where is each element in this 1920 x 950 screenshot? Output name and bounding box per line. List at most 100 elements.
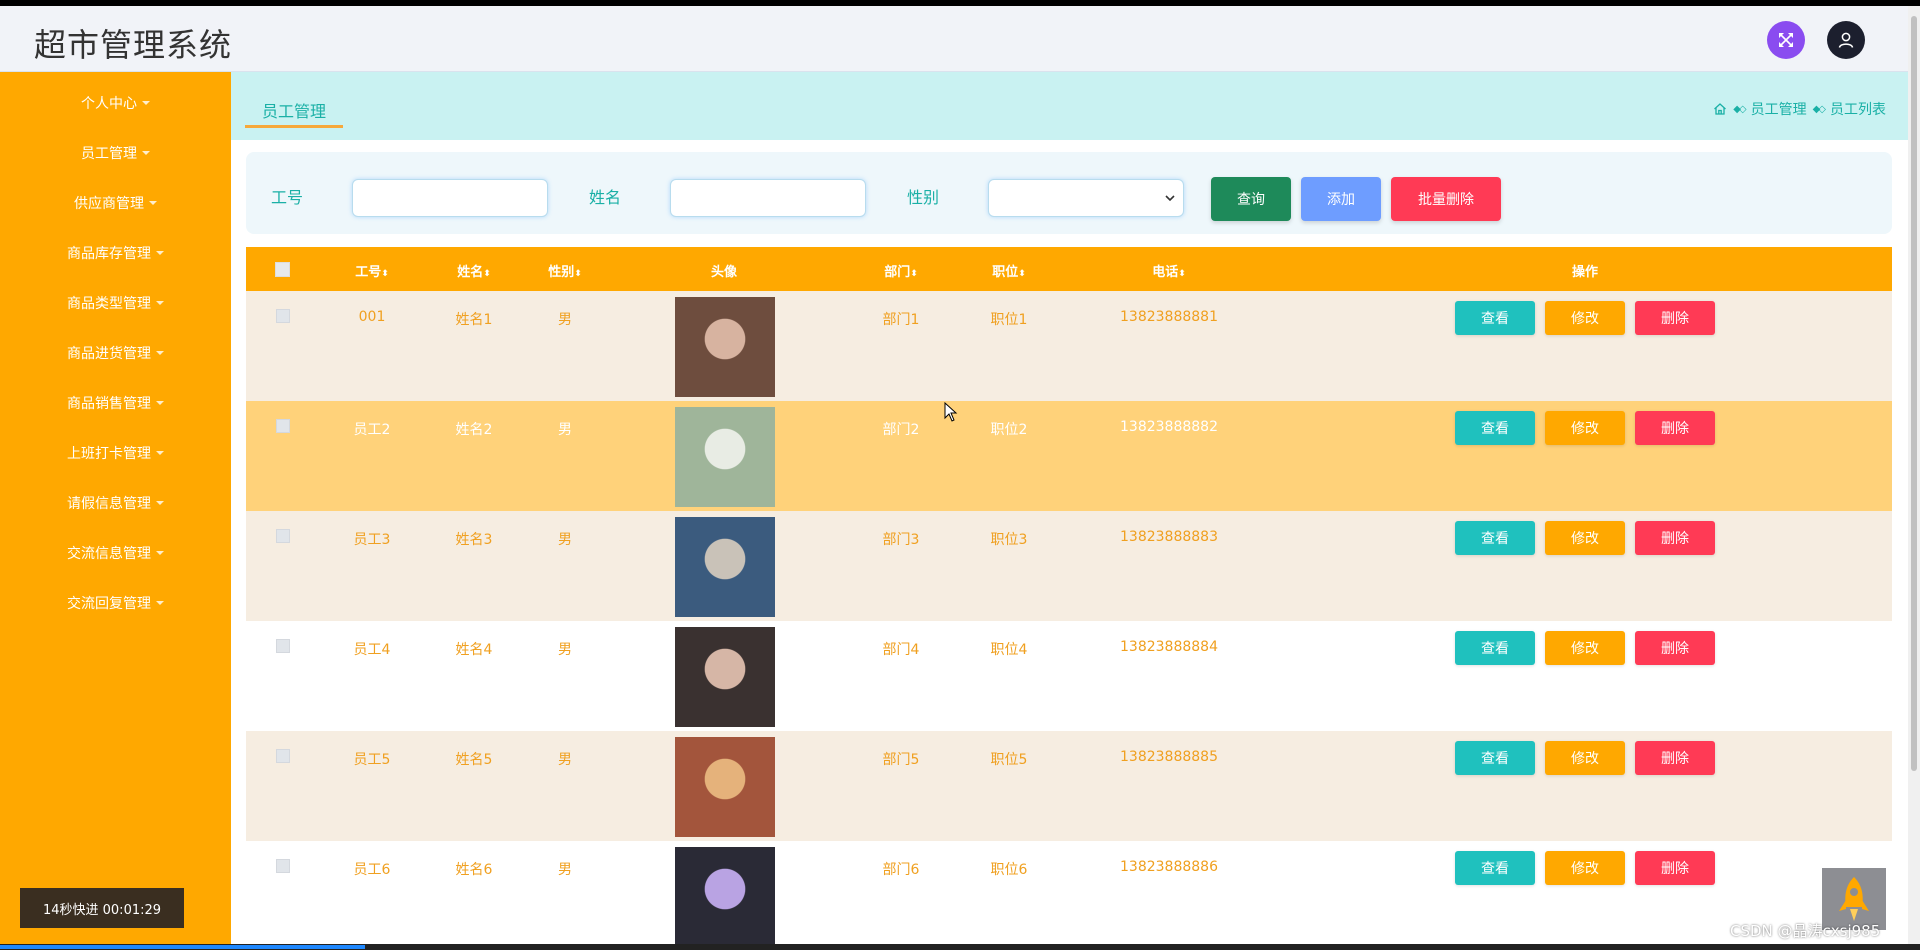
cell-name: 姓名3 xyxy=(455,532,493,548)
cell-gender: 男 xyxy=(558,312,572,328)
edit-button[interactable]: 修改 xyxy=(1545,851,1625,885)
caret-down-icon xyxy=(156,301,164,305)
column-header-name[interactable]: 姓名⬍ xyxy=(457,261,491,280)
breadcrumb-item[interactable]: 员工管理 xyxy=(1751,99,1807,119)
cell-phone: 13823888882 xyxy=(1120,419,1218,435)
edit-button[interactable]: 修改 xyxy=(1545,741,1625,775)
cell-employee-no: 员工6 xyxy=(353,862,391,878)
name-input[interactable] xyxy=(670,179,866,217)
cell-position: 职位5 xyxy=(990,752,1028,768)
sidebar-item-employee[interactable]: 员工管理 xyxy=(0,138,231,168)
add-button[interactable]: 添加 xyxy=(1301,177,1381,221)
row-checkbox[interactable] xyxy=(276,529,290,543)
cell-gender: 男 xyxy=(558,642,572,658)
sidebar-item-leave[interactable]: 请假信息管理 xyxy=(0,488,231,518)
cell-employee-no: 员工3 xyxy=(353,532,391,548)
sidebar-item-purchase[interactable]: 商品进货管理 xyxy=(0,338,231,368)
select-all-checkbox[interactable] xyxy=(275,262,290,277)
cell-position: 职位1 xyxy=(990,312,1028,328)
cell-position: 职位3 xyxy=(990,532,1028,548)
sidebar-item-label: 交流回复管理 xyxy=(67,596,151,612)
mouse-cursor-icon xyxy=(944,402,958,422)
column-label: 职位 xyxy=(992,265,1019,280)
delete-button[interactable]: 删除 xyxy=(1635,301,1715,335)
delete-button[interactable]: 删除 xyxy=(1635,631,1715,665)
sidebar-item-clock-in[interactable]: 上班打卡管理 xyxy=(0,438,231,468)
sidebar-item-sales[interactable]: 商品销售管理 xyxy=(0,388,231,418)
column-header-gender[interactable]: 性别⬍ xyxy=(548,261,582,280)
chevron-down-icon xyxy=(1165,195,1175,202)
employee-table: 工号⬍ 姓名⬍ 性别⬍ 头像 部门⬍ 职位⬍ 电话⬍ 操作 001 姓名1 男部门1… xyxy=(246,247,1892,944)
vertical-scrollbar[interactable] xyxy=(1908,6,1920,944)
row-checkbox[interactable] xyxy=(276,749,290,763)
sort-icon: ⬍ xyxy=(574,269,582,279)
cell-employee-no: 员工5 xyxy=(353,752,391,768)
edit-button[interactable]: 修改 xyxy=(1545,411,1625,445)
query-button[interactable]: 查询 xyxy=(1211,177,1291,221)
sort-icon: ⬍ xyxy=(483,269,491,279)
row-checkbox[interactable] xyxy=(276,639,290,653)
sidebar-item-supplier[interactable]: 供应商管理 xyxy=(0,188,231,218)
table-row: 001 姓名1 男 部门1 职位1 13823888881 查看 修改 删除 xyxy=(246,291,1892,401)
tab-employee-management[interactable]: 员工管理 xyxy=(245,98,343,128)
playback-timer: 14秒快进 00:01:29 xyxy=(20,888,184,928)
column-label: 工号 xyxy=(355,265,382,280)
expand-icon xyxy=(1779,33,1793,47)
employee-no-label: 工号 xyxy=(271,188,304,207)
name-label: 姓名 xyxy=(589,188,622,207)
fullscreen-button[interactable] xyxy=(1767,21,1805,59)
column-header-employee-no[interactable]: 工号⬍ xyxy=(355,261,389,280)
view-button[interactable]: 查看 xyxy=(1455,851,1535,885)
view-button[interactable]: 查看 xyxy=(1455,521,1535,555)
delete-button[interactable]: 删除 xyxy=(1635,521,1715,555)
sidebar-item-label: 商品销售管理 xyxy=(67,396,151,412)
table-row: 员工5 姓名5 男 部门5 职位5 13823888885 查看 修改 删除 xyxy=(246,731,1892,841)
cell-name: 姓名4 xyxy=(455,642,493,658)
sidebar-item-label: 交流信息管理 xyxy=(67,546,151,562)
sidebar-item-personal-center[interactable]: 个人中心 xyxy=(0,88,231,118)
table-header: 工号⬍ 姓名⬍ 性别⬍ 头像 部门⬍ 职位⬍ 电话⬍ 操作 xyxy=(246,247,1892,291)
sidebar-item-inventory[interactable]: 商品库存管理 xyxy=(0,238,231,268)
cell-gender: 男 xyxy=(558,422,572,438)
edit-button[interactable]: 修改 xyxy=(1545,521,1625,555)
view-button[interactable]: 查看 xyxy=(1455,411,1535,445)
sidebar-item-label: 商品类型管理 xyxy=(67,296,151,312)
sidebar-item-product-type[interactable]: 商品类型管理 xyxy=(0,288,231,318)
gender-select[interactable] xyxy=(988,179,1184,217)
employee-no-input[interactable] xyxy=(352,179,548,217)
sidebar-item-label: 供应商管理 xyxy=(74,196,144,212)
cell-gender: 男 xyxy=(558,532,572,548)
column-header-phone[interactable]: 电话⬍ xyxy=(1152,261,1186,280)
view-button[interactable]: 查看 xyxy=(1455,301,1535,335)
cell-department: 部门1 xyxy=(882,312,920,328)
scrollbar-thumb[interactable] xyxy=(1911,16,1917,771)
cell-name: 姓名6 xyxy=(455,862,493,878)
sort-icon: ⬍ xyxy=(910,269,918,279)
row-checkbox[interactable] xyxy=(276,309,290,323)
sidebar-item-messages[interactable]: 交流信息管理 xyxy=(0,538,231,568)
user-menu-button[interactable] xyxy=(1827,21,1865,59)
home-icon[interactable] xyxy=(1713,102,1727,116)
sidebar-item-replies[interactable]: 交流回复管理 xyxy=(0,588,231,618)
column-header-avatar: 头像 xyxy=(710,265,738,280)
edit-button[interactable]: 修改 xyxy=(1545,301,1625,335)
cell-department: 部门2 xyxy=(882,422,920,438)
rocket-icon xyxy=(1839,877,1869,921)
video-progress-bar[interactable] xyxy=(0,944,1920,950)
row-checkbox[interactable] xyxy=(276,419,290,433)
table-row: 员工6 姓名6 男 部门6 职位6 13823888886 查看 修改 删除 xyxy=(246,841,1892,944)
delete-button[interactable]: 删除 xyxy=(1635,411,1715,445)
avatar xyxy=(675,847,775,944)
view-button[interactable]: 查看 xyxy=(1455,631,1535,665)
avatar xyxy=(675,297,775,397)
column-header-position[interactable]: 职位⬍ xyxy=(992,261,1026,280)
delete-button[interactable]: 删除 xyxy=(1635,851,1715,885)
row-checkbox[interactable] xyxy=(276,859,290,873)
delete-button[interactable]: 删除 xyxy=(1635,741,1715,775)
batch-delete-button[interactable]: 批量删除 xyxy=(1391,177,1501,221)
view-button[interactable]: 查看 xyxy=(1455,741,1535,775)
breadcrumb-separator-icon: ◆◇ xyxy=(1812,103,1826,115)
caret-down-icon xyxy=(142,151,150,155)
column-header-department[interactable]: 部门⬍ xyxy=(884,261,918,280)
edit-button[interactable]: 修改 xyxy=(1545,631,1625,665)
